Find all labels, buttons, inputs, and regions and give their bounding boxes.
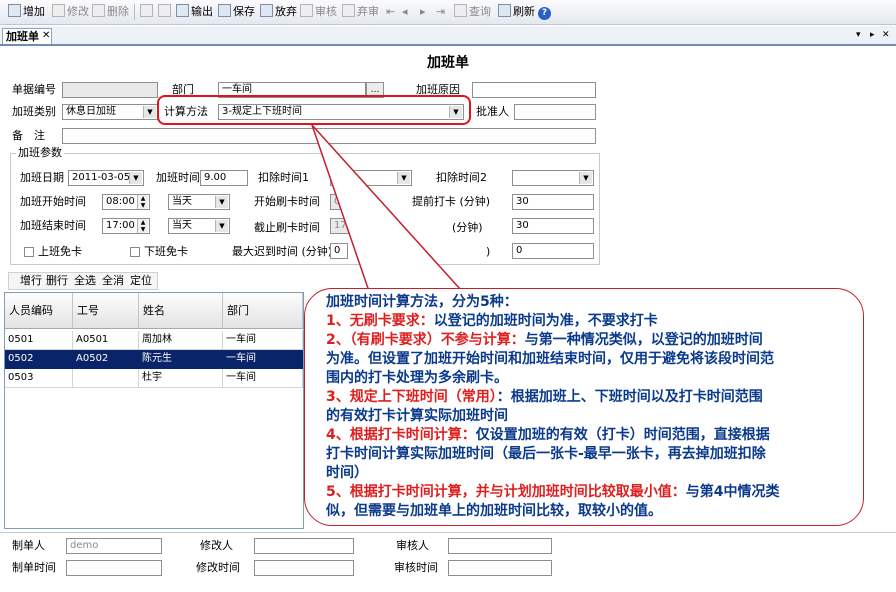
- audit-time-label: 审核时间: [394, 561, 438, 574]
- callout-line: 时间）: [326, 465, 368, 481]
- modify-time-label: 修改时间: [196, 561, 240, 574]
- callout-line: 加班时间计算方法，分为5种：: [326, 294, 518, 310]
- callout-line: 3、规定上下班时间（常用）：根据加班上、下班时间以及打卡时间范围: [326, 389, 763, 405]
- callout-line: 似，但需要与加班单上的加班时间比较，取较小的值。: [326, 503, 662, 519]
- callout-line: 打卡时间计算实际加班时间（最后一张卡-最早一张卡，再去掉加班扣除: [326, 446, 766, 462]
- create-time-field[interactable]: [66, 560, 162, 576]
- callout-line: 5、根据打卡时间计算，并与计划加班时间比较取最小值：与第4中情况类: [326, 484, 780, 500]
- footer-divider: [0, 532, 896, 533]
- modifier-label: 修改人: [200, 539, 233, 552]
- creator-field[interactable]: demo: [66, 538, 162, 554]
- callout-line: 4、根据打卡时间计算：仅设置加班的有效（打卡）时间范围，直接根据: [326, 427, 770, 443]
- creator-label: 制单人: [12, 539, 45, 552]
- callout-line: 2、（有刷卡要求）不参与计算：与第一种情况类似，以登记的加班时间: [326, 332, 763, 348]
- audit-time-field[interactable]: [448, 560, 552, 576]
- callout-line: 1、无刷卡要求：以登记的加班时间为准，不要求打卡: [326, 313, 658, 329]
- modify-time-field[interactable]: [254, 560, 354, 576]
- callout-line: 围内的打卡处理为多余刷卡。: [326, 370, 508, 386]
- auditor-field[interactable]: [448, 538, 552, 554]
- auditor-label: 审核人: [396, 539, 429, 552]
- callout-line: 的有效打卡计算实际加班时间: [326, 408, 508, 424]
- callout-line: 为准。但设置了加班开始时间和加班结束时间，仅用于避免将该段时间范: [326, 351, 774, 367]
- create-time-label: 制单时间: [12, 561, 56, 574]
- modifier-field[interactable]: [254, 538, 354, 554]
